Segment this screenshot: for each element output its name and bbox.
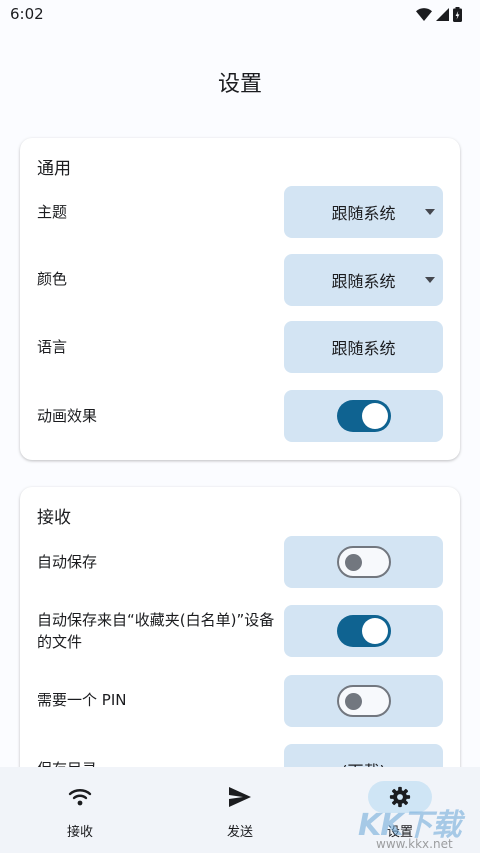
auto-save-favorites-label: 自动保存来自“收藏夹(白名单)”设备 的文件	[37, 609, 274, 653]
color-dropdown[interactable]: 跟随系统	[284, 254, 443, 306]
auto-save-control	[284, 536, 443, 588]
switch-knob	[344, 692, 362, 710]
color-label: 颜色	[37, 270, 68, 288]
auto-save-favorites-label-line1: 自动保存来自“收藏夹(白名单)”设备	[37, 611, 275, 629]
battery-icon	[453, 6, 462, 22]
require-pin-switch[interactable]	[336, 685, 391, 717]
auto-save-favorites-label-line2: 的文件	[37, 633, 83, 651]
animations-switch[interactable]	[336, 400, 391, 432]
chevron-down-icon	[425, 209, 435, 215]
language-value: 跟随系统	[331, 339, 396, 358]
nav-label-send: 发送	[226, 825, 253, 840]
nav-item-send[interactable]: 发送	[180, 781, 300, 845]
animations-control	[284, 390, 443, 442]
language-button[interactable]: 跟随系统	[284, 321, 443, 373]
require-pin-control	[284, 675, 443, 727]
switch-knob	[361, 403, 388, 429]
require-pin-label: 需要一个 PIN	[37, 691, 127, 709]
language-label: 语言	[37, 338, 68, 356]
send-icon	[229, 787, 251, 807]
theme-label: 主题	[37, 203, 68, 221]
nav-item-receive[interactable]: 接收	[20, 781, 140, 845]
wifi-icon	[68, 789, 92, 806]
general-section-title: 通用	[37, 159, 71, 179]
bottom-navigation: 接收 发送 设置	[0, 767, 480, 853]
status-icons	[416, 6, 462, 22]
status-time: 6:02	[10, 5, 44, 23]
status-bar: 6:02	[0, 0, 480, 28]
switch-knob	[361, 618, 388, 644]
receive-section-title: 接收	[37, 508, 71, 528]
animations-label: 动画效果	[37, 407, 98, 425]
nav-active-indicator	[368, 781, 432, 813]
switch-knob	[344, 553, 362, 571]
auto-save-switch[interactable]	[336, 546, 391, 578]
auto-save-favorites-switch[interactable]	[336, 615, 391, 647]
page-title: 设置	[217, 72, 262, 97]
general-settings-card: 通用 主题 跟随系统 颜色 跟随系统 语言 跟随系统 动画效果	[20, 138, 460, 460]
theme-dropdown[interactable]: 跟随系统	[284, 186, 443, 238]
cell-signal-icon	[436, 7, 449, 21]
color-value: 跟随系统	[331, 272, 396, 291]
auto-save-label: 自动保存	[37, 553, 98, 571]
nav-label-receive: 接收	[66, 825, 93, 840]
auto-save-favorites-control	[284, 605, 443, 657]
chevron-down-icon	[425, 277, 435, 283]
nav-label-settings: 设置	[386, 825, 413, 840]
gear-icon	[389, 786, 411, 808]
nav-item-settings[interactable]: 设置	[340, 781, 460, 845]
wifi-signal-icon	[416, 7, 432, 21]
theme-value: 跟随系统	[331, 204, 396, 223]
